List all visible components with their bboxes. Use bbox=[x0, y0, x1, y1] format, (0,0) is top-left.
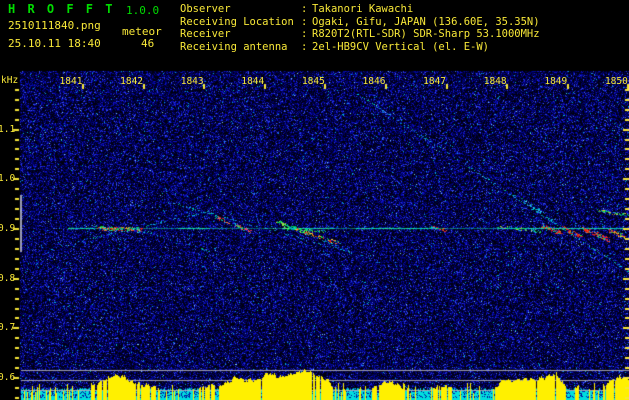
output-filename: 2510111840.png bbox=[8, 19, 101, 32]
info-row-value: Takanori Kawachi bbox=[312, 3, 414, 15]
info-row-value: R820T2(RTL-SDR) SDR-Sharp 53.1000MHz bbox=[312, 28, 540, 41]
freq-tick-label: 0.9 bbox=[0, 223, 16, 234]
info-row-colon: : bbox=[301, 40, 308, 53]
info-row-colon: : bbox=[301, 3, 308, 15]
time-tick-label: 1844 bbox=[241, 76, 265, 87]
info-row-value: 2el-HB9CV Vertical (el. E-W) bbox=[312, 40, 490, 53]
info-row: Receiving Location: Ogaki, Gifu, JAPAN (1… bbox=[180, 16, 540, 29]
time-tick-label: 1846 bbox=[362, 76, 386, 87]
freq-tick-label: 0.8 bbox=[0, 272, 16, 284]
info-row: Receiver: R820T2(RTL-SDR) SDR-Sharp 53.10… bbox=[180, 28, 540, 41]
info-row-label: Receiver bbox=[180, 28, 231, 41]
time-tick-label: 1841 bbox=[59, 76, 83, 87]
info-row: Observer: Takanori Kawachi bbox=[180, 3, 540, 16]
info-row-colon: : bbox=[301, 15, 308, 28]
info-row: Receiving antenna:2el-HB9CV Vertical (el… bbox=[180, 41, 540, 54]
spectrogram-canvas bbox=[0, 0, 629, 400]
observation-datetime: 25.10.11 18:40 bbox=[8, 37, 101, 50]
time-tick-label: 1847 bbox=[423, 76, 447, 87]
time-tick-label: 1842 bbox=[120, 76, 144, 87]
info-row-colon: : bbox=[301, 28, 308, 41]
time-tick-label: 1850 bbox=[604, 76, 628, 87]
station-info-block: Observer: Takanori Kawachi Receiving Locat… bbox=[180, 3, 540, 53]
info-row-label: Observer bbox=[180, 3, 231, 15]
app-title: H R O F F T bbox=[8, 2, 115, 16]
freq-tick-label: 0.7 bbox=[0, 322, 16, 334]
app-version: 1.0.0 bbox=[126, 4, 160, 17]
time-tick-label: 1843 bbox=[180, 76, 204, 87]
info-row-label: Receiving antenna bbox=[180, 40, 288, 53]
freq-axis-unit: kHz bbox=[1, 75, 19, 86]
time-tick-label: 1849 bbox=[544, 76, 568, 87]
hrofft-window: H R O F F T 1.0.0 2510111840.png meteor … bbox=[0, 0, 629, 400]
freq-tick-label: 0.6 bbox=[0, 372, 16, 384]
info-row-value: Ogaki, Gifu, JAPAN (136.60E, 35.35N) bbox=[312, 15, 540, 28]
freq-tick-label: 1.1 bbox=[0, 123, 16, 135]
info-row-label: Receiving Location bbox=[180, 15, 294, 28]
freq-tick-label: 1.0 bbox=[0, 173, 16, 185]
time-tick-label: 1845 bbox=[301, 76, 325, 87]
time-tick-label: 1848 bbox=[483, 76, 507, 87]
echo-count: 46 bbox=[141, 37, 155, 50]
